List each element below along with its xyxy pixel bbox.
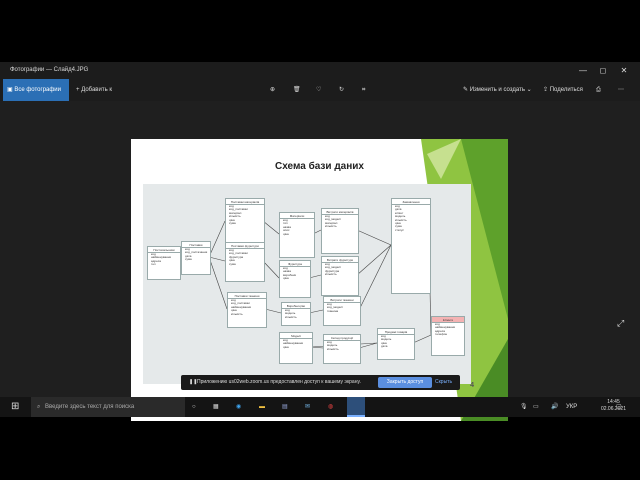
relationship-line: [264, 308, 282, 314]
relationship-line: [262, 260, 280, 279]
language-indicator[interactable]: УКР: [566, 400, 586, 414]
schema-entity-11: Витрати фурнітури код код_моделі фурнітура к…: [321, 256, 359, 296]
schema-field: ціна: [283, 276, 289, 281]
search-icon: ⌕: [37, 404, 41, 410]
windows-start-icon[interactable]: ⊞: [11, 400, 25, 414]
schema-entity-12: Витрати тканини код код_моделі тканина: [323, 296, 361, 326]
schema-entity-6: Матеріали код тип назва опис ціна: [279, 212, 315, 258]
schema-entity-9: Моделі код найменування ціна: [279, 332, 313, 364]
task-view-icon[interactable]: ○: [192, 400, 206, 414]
schema-field: кількість: [231, 311, 243, 316]
edge-icon[interactable]: ◉: [236, 400, 250, 414]
more-icon[interactable]: ⋯: [618, 83, 624, 97]
photos-icon: ▣: [7, 87, 13, 93]
taskbar: ⊞ ⌕ Введите здесь текст для поиска ○ ▦ ◉…: [0, 397, 640, 417]
relationship-line: [412, 334, 432, 344]
network-icon[interactable]: ▭: [533, 400, 547, 414]
photo-viewer[interactable]: Схема бази даних Постачальники код наймену…: [0, 101, 640, 421]
share-button[interactable]: ⇪ Поделиться: [543, 83, 583, 97]
schema-diagram: Постачальники код найменування адреса тел Пос…: [143, 184, 471, 384]
schema-entity-14: Продажі товарів код модель ціна дата: [377, 328, 415, 360]
mail-icon[interactable]: ✉: [305, 400, 319, 414]
file-explorer-icon[interactable]: ▬: [259, 400, 273, 414]
relationship-line: [356, 244, 392, 276]
add-to-label: Добавить к: [81, 87, 112, 93]
schema-entity-5: Поставки тканини код код_поставки найменува…: [227, 292, 267, 328]
toolbar: ▣ Все фотографии + Добавить к ⊕ 🗑 ♡ ↻ ⌗ …: [0, 79, 640, 101]
crop-icon[interactable]: ⌗: [362, 83, 365, 97]
microphone-icon[interactable]: 🎙: [520, 400, 534, 414]
stop-sharing-button[interactable]: Закрыть доступ: [378, 377, 432, 388]
chevron-down-icon: ⌄: [526, 87, 532, 93]
schema-entity-15: Замовлення код дата клієнт модель кількість ці…: [391, 198, 431, 294]
schema-field: ціна: [283, 344, 289, 349]
heart-icon[interactable]: ♡: [316, 83, 321, 97]
title-bar: Фотографии — Слайд4.JPG — ◻ ✕: [0, 62, 640, 79]
schema-field: кількість: [285, 314, 297, 319]
share-label: Поделиться: [549, 87, 583, 93]
schema-entity-7: Фурнітура код назва виробник ціна: [279, 260, 311, 298]
search-placeholder: Введите здесь текст для поиска: [45, 404, 135, 410]
relationship-line: [208, 220, 226, 258]
schema-field: сума: [229, 221, 236, 226]
schema-entity-10: Витрати матеріалів код код_моделі матеріал к…: [321, 208, 359, 254]
screen: Фотографии — Слайд4.JPG — ◻ ✕ ▣ Все фото…: [0, 62, 640, 421]
schema-field: дата: [381, 344, 388, 349]
slide-number: 4: [470, 382, 474, 389]
edit-create-button[interactable]: ✎ Изменить и создать ⌄: [463, 83, 532, 97]
slide-title: Схема бази даних: [275, 161, 364, 172]
schema-field: сума: [185, 257, 192, 262]
close-button[interactable]: ✕: [614, 65, 634, 77]
maximize-button[interactable]: ◻: [593, 65, 613, 77]
widgets-icon[interactable]: ▦: [213, 400, 227, 414]
schema-field: статус: [395, 227, 404, 232]
hide-link[interactable]: Скрыть: [435, 379, 452, 385]
window-title: Фотографии — Слайд4.JPG: [10, 67, 89, 73]
schema-entity-4: Поставки фурнітури код код_поставки фурніту…: [225, 242, 265, 282]
schema-entity-3: Поставки матеріалів код код_поставки матері…: [225, 198, 265, 246]
exit-fullscreen-icon[interactable]: ⤢: [617, 318, 624, 329]
rotate-icon[interactable]: ↻: [339, 83, 344, 97]
schema-entity-2: Поставки код код_постачання дата сума: [181, 241, 211, 275]
relationship-line: [208, 256, 226, 262]
plus-icon: +: [76, 87, 80, 93]
schema-entity-8: Виробництво код модель кількість: [281, 302, 311, 326]
print-icon[interactable]: ⎙: [596, 83, 601, 97]
schema-field: тел: [151, 262, 156, 267]
schema-entity-1: Постачальники код найменування адреса тел: [147, 246, 181, 280]
schema-field: кількість: [325, 224, 337, 229]
schema-field: телефон: [435, 332, 448, 337]
edit-icon: ✎: [463, 87, 469, 93]
relationship-line: [356, 229, 392, 246]
relationship-line: [358, 244, 392, 311]
store-icon[interactable]: ▤: [282, 400, 296, 414]
relationship-line: [308, 309, 324, 314]
schema-field: сума: [229, 261, 236, 266]
add-to-button[interactable]: + Добавить к: [76, 83, 112, 97]
schema-field: кількість: [325, 272, 337, 277]
relationship-line: [262, 220, 280, 235]
notifications-icon[interactable]: ▢: [616, 400, 630, 414]
photos-taskbar-icon[interactable]: [347, 397, 365, 417]
schema-entity-13: Склад продукції код модель кількість: [323, 334, 361, 364]
schema-field: ціна: [283, 231, 289, 236]
taskbar-search[interactable]: ⌕ Введите здесь текст для поиска: [31, 397, 185, 417]
volume-icon[interactable]: 🔊: [551, 400, 565, 414]
chrome-icon[interactable]: ◍: [328, 400, 342, 414]
minimize-button[interactable]: —: [573, 65, 593, 77]
delete-icon[interactable]: 🗑: [293, 83, 301, 97]
schema-entity-16: Клієнти код найменування адреса телефон: [431, 316, 465, 356]
schema-field: кількість: [327, 346, 339, 351]
share-icon: ⇪: [543, 87, 549, 93]
edit-create-label: Изменить и создать: [469, 87, 525, 93]
schema-field: тканина: [327, 308, 339, 313]
screen-share-banner: ❚❚ Приложению us02web.zoom.us предоставл…: [181, 375, 460, 390]
share-notice-text: Приложению us02web.zoom.us предоставлен …: [197, 379, 361, 385]
zoom-icon[interactable]: ⊕: [270, 83, 275, 97]
all-photos-label: Все фотографии: [14, 87, 62, 93]
all-photos-button[interactable]: ▣ Все фотографии: [3, 79, 69, 101]
